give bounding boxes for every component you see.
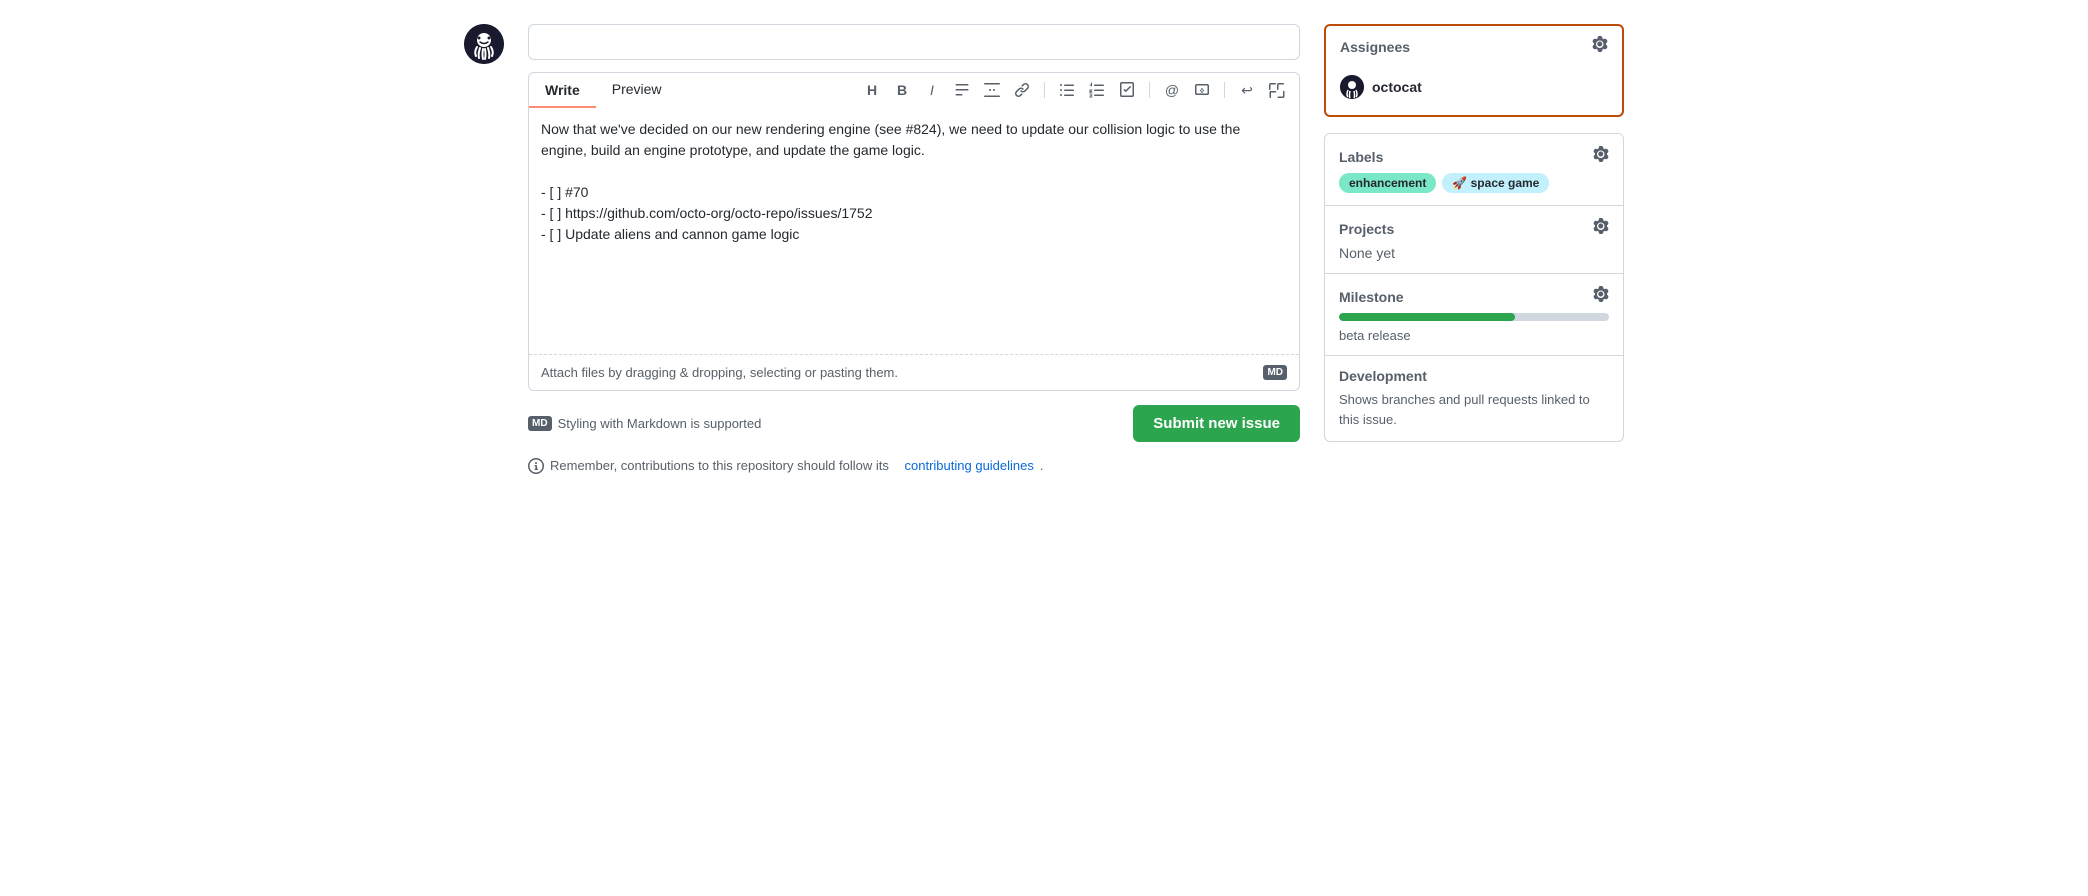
milestone-gear-icon[interactable] (1593, 286, 1609, 307)
labels-row: enhancement 🚀 space game (1339, 173, 1609, 193)
milestone-progress-fill (1339, 313, 1515, 321)
italic-icon[interactable]: I (922, 80, 942, 100)
markdown-badge-bottom: MD (528, 416, 552, 431)
assignee-avatar (1340, 75, 1364, 99)
issue-body-textarea[interactable]: Now that we've decided on our new render… (541, 119, 1287, 339)
attach-placeholder[interactable]: Attach files by dragging & dropping, sel… (541, 365, 898, 380)
attach-area: Attach files by dragging & dropping, sel… (529, 354, 1299, 390)
bold-icon[interactable]: B (892, 80, 912, 100)
label-enhancement: enhancement (1339, 173, 1436, 193)
milestone-section: Milestone beta release (1325, 274, 1623, 356)
milestone-header: Milestone (1339, 286, 1609, 307)
markdown-note-text: Styling with Markdown is supported (558, 416, 762, 431)
assignee-row: octocat (1340, 71, 1608, 103)
milestone-progress-bar-container (1339, 313, 1609, 321)
assignees-body: octocat (1326, 67, 1622, 115)
milestone-title: Milestone (1339, 289, 1404, 305)
undo-icon[interactable]: ↩ (1237, 80, 1257, 100)
ordered-list-icon[interactable] (1087, 80, 1107, 100)
projects-value: None yet (1339, 245, 1395, 261)
task-list-icon[interactable] (1117, 80, 1137, 100)
user-avatar (464, 24, 504, 64)
projects-header: Projects (1339, 218, 1609, 239)
assignees-header: Assignees (1326, 26, 1622, 67)
editor-tabs: Write Preview (529, 73, 678, 107)
projects-title: Projects (1339, 221, 1394, 237)
bottom-bar: MD Styling with Markdown is supported Su… (528, 401, 1300, 446)
label-space-game: 🚀 space game (1442, 173, 1549, 193)
guidelines-note: Remember, contributions to this reposito… (528, 458, 1300, 474)
main-editor-column: Update game to use new rendering engine … (528, 24, 1300, 474)
development-section: Development Shows branches and pull requ… (1325, 356, 1623, 441)
guidelines-period: . (1040, 458, 1044, 473)
markdown-note: MD Styling with Markdown is supported (528, 416, 761, 431)
link-icon[interactable] (1012, 80, 1032, 100)
submit-new-issue-button[interactable]: Submit new issue (1133, 405, 1300, 442)
info-icon (528, 458, 544, 474)
unordered-list-icon[interactable] (1057, 80, 1077, 100)
sidebar-sections: Labels enhancement 🚀 space game Projects (1324, 133, 1624, 442)
fullscreen-icon[interactable] (1267, 80, 1287, 100)
quote-icon[interactable] (952, 80, 972, 100)
editor-body: Now that we've decided on our new render… (529, 107, 1299, 354)
guidelines-text-before: Remember, contributions to this reposito… (550, 458, 889, 473)
editor-toolbar: H B I (850, 74, 1299, 106)
milestone-label: beta release (1339, 328, 1411, 343)
md-badge: MD (1263, 365, 1287, 380)
toolbar-divider-1 (1044, 82, 1045, 98)
toolbar-divider-3 (1224, 82, 1225, 98)
assignee-name: octocat (1372, 79, 1422, 95)
cross-ref-icon[interactable] (1192, 80, 1212, 100)
projects-gear-icon[interactable] (1593, 218, 1609, 239)
contributing-guidelines-link[interactable]: contributing guidelines (905, 458, 1034, 473)
labels-title: Labels (1339, 149, 1383, 165)
toolbar-divider-2 (1149, 82, 1150, 98)
labels-header: Labels (1339, 146, 1609, 167)
editor-tabs-toolbar: Write Preview H B I (529, 73, 1299, 107)
labels-section: Labels enhancement 🚀 space game (1325, 134, 1623, 206)
assignees-title: Assignees (1340, 39, 1410, 55)
heading-icon[interactable]: H (862, 80, 882, 100)
sidebar: Assignees (1324, 24, 1624, 442)
projects-section: Projects None yet (1325, 206, 1623, 274)
tab-write[interactable]: Write (529, 73, 596, 108)
assignees-gear-icon[interactable] (1592, 36, 1608, 57)
editor-container: Write Preview H B I (528, 72, 1300, 391)
labels-gear-icon[interactable] (1593, 146, 1609, 167)
development-title: Development (1339, 368, 1427, 384)
development-header: Development (1339, 368, 1609, 384)
assignees-section: Assignees (1324, 24, 1624, 117)
development-text: Shows branches and pull requests linked … (1339, 392, 1590, 427)
code-icon[interactable] (982, 80, 1002, 100)
title-input[interactable]: Update game to use new rendering engine (528, 24, 1300, 60)
tab-preview[interactable]: Preview (596, 73, 678, 107)
mention-icon[interactable]: @ (1162, 80, 1182, 100)
